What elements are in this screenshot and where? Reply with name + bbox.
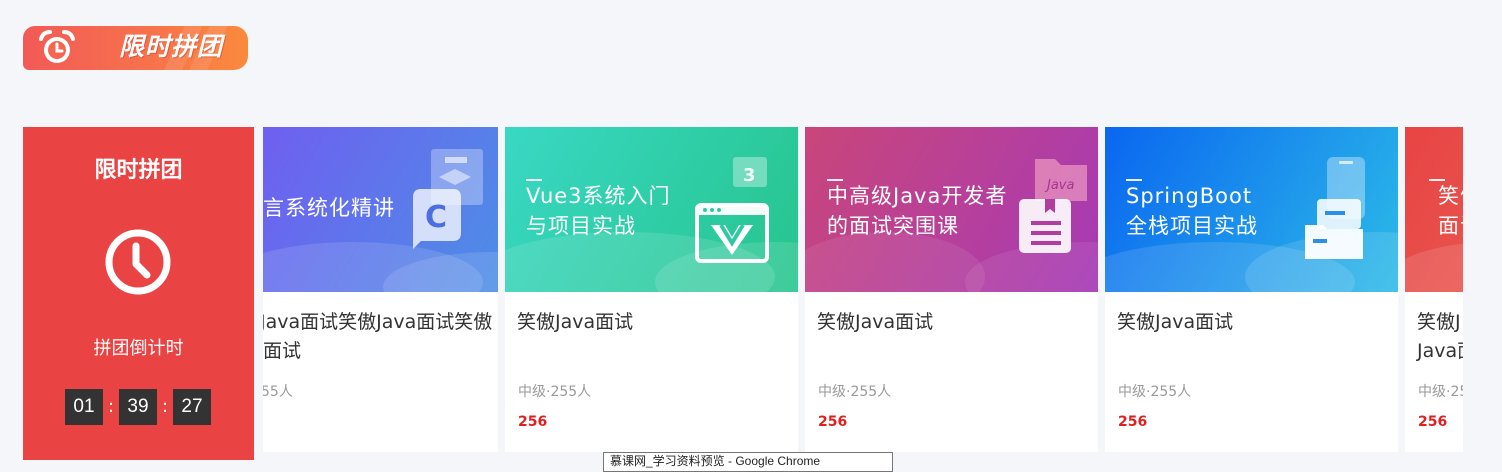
course-meta: 中级·255人 <box>818 384 892 400</box>
java-folder-icon: Java <box>1019 159 1087 253</box>
course-card[interactable]: 中高级Java开发者 的面试突围课 Java 笑傲Java面试 中级·255人 … <box>805 127 1098 452</box>
cover-text: 中高级Java开发者 <box>827 184 1008 208</box>
course-cover[interactable]: 言系统化精讲 C <box>263 127 498 292</box>
cover-text: Vue3系统入门 <box>526 184 671 208</box>
course-title[interactable]: Java面试笑傲Java面试笑傲 <box>263 307 492 337</box>
cover-text: SpringBoot <box>1126 184 1253 208</box>
section-title: 限时拼团 <box>119 32 224 61</box>
countdown-panel: 限时拼团 拼团倒计时 01 : 39 : 27 <box>23 127 254 460</box>
course-carousel: 言系统化精讲 C Java面试笑傲Java面试笑傲 面试 55人 Vue3系统入… <box>263 127 1463 460</box>
course-meta: 中级·255人 <box>1118 384 1192 400</box>
section-header-badge: 限时拼团 <box>23 26 248 70</box>
course-meta: 中级·255人 <box>518 384 592 400</box>
cover-text: 面试 <box>1438 214 1463 238</box>
device-stack-icon <box>1305 157 1365 259</box>
course-title[interactable]: 笑傲Java面试 <box>517 307 633 337</box>
course-title[interactable]: 面试 <box>263 336 301 366</box>
course-card[interactable]: 言系统化精讲 C Java面试笑傲Java面试笑傲 面试 55人 <box>263 127 498 452</box>
course-card[interactable]: SpringBoot 全栈项目实战 笑傲Java面试 中级·255人 256 <box>1105 127 1398 452</box>
alarm-clock-icon <box>39 30 75 63</box>
course-price: 256 <box>818 414 848 430</box>
cover-text: 笑傲 <box>1438 184 1463 208</box>
timer-seconds: 27 <box>173 389 211 425</box>
timer-hours: 01 <box>65 389 103 425</box>
countdown-subtitle: 拼团倒计时 <box>93 338 184 359</box>
course-cover[interactable]: 中高级Java开发者 的面试突围课 Java <box>805 127 1098 292</box>
course-title[interactable]: 笑傲Java面试 <box>1117 307 1233 337</box>
course-cover[interactable]: Vue3系统入门 与项目实战 3 <box>505 127 798 292</box>
course-title[interactable]: 笑傲Java面试 <box>817 307 933 337</box>
timer-separator: : <box>161 396 169 417</box>
course-title[interactable]: Java面 <box>1417 336 1463 366</box>
course-price: 256 <box>518 414 548 430</box>
svg-text:Java: Java <box>1044 178 1074 193</box>
course-price: 256 <box>1118 414 1148 430</box>
c-language-icon: C <box>413 149 483 249</box>
clock-icon <box>105 229 171 295</box>
course-card[interactable]: Vue3系统入门 与项目实战 3 笑傲Java面试 中级·255人 256 <box>505 127 798 452</box>
course-cover[interactable]: 笑傲 面试 <box>1405 127 1463 292</box>
course-cover[interactable]: SpringBoot 全栈项目实战 <box>1105 127 1398 292</box>
course-price: 256 <box>1418 414 1448 430</box>
course-card[interactable]: 笑傲 面试 笑傲J Java面 中级·25 256 <box>1405 127 1463 452</box>
cover-text: 与项目实战 <box>526 214 636 238</box>
countdown-title: 限时拼团 <box>94 158 183 183</box>
timer-minutes: 39 <box>119 389 157 425</box>
cover-text: 的面试突围课 <box>827 214 959 238</box>
cover-text: 言系统化精讲 <box>263 196 395 220</box>
window-tooltip: 慕课网_学习资料预览 - Google Chrome <box>603 452 893 472</box>
vue-window-icon: 3 <box>695 157 769 263</box>
course-title[interactable]: 笑傲J <box>1417 307 1461 337</box>
cover-text: 全栈项目实战 <box>1126 214 1258 238</box>
svg-text:3: 3 <box>743 165 756 186</box>
course-meta: 55人 <box>263 384 293 400</box>
course-meta: 中级·25 <box>1418 384 1463 400</box>
timer-separator: : <box>107 396 115 417</box>
svg-text:C: C <box>425 200 447 235</box>
